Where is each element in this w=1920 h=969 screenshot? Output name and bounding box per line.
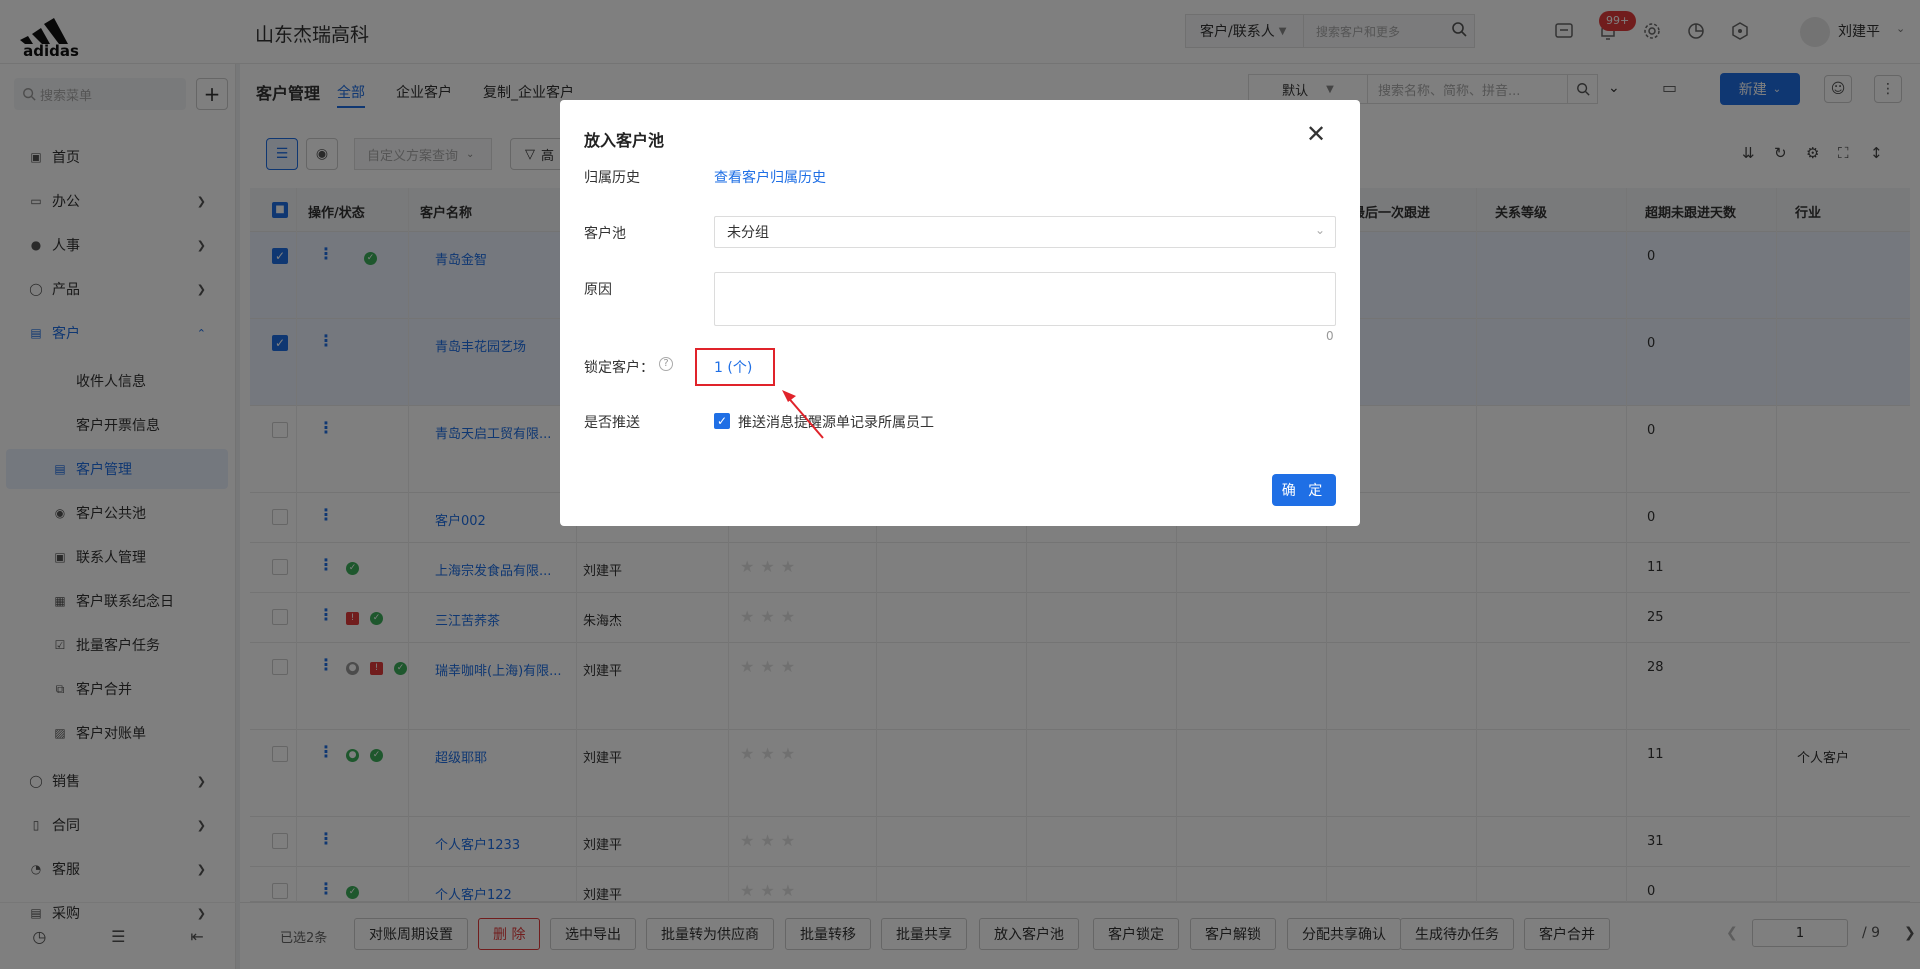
- dialog-title: 放入客户池: [584, 131, 665, 150]
- view-history-link[interactable]: 查看客户归属历史: [714, 167, 826, 187]
- locked-label: 锁定客户：: [584, 360, 654, 376]
- pool-selected-value: 未分组: [727, 225, 769, 241]
- help-icon[interactable]: ?: [659, 357, 673, 371]
- char-count: 0: [1326, 329, 1334, 343]
- push-option-label[interactable]: 推送消息提醒源单记录所属员工: [738, 412, 934, 432]
- reason-label: 原因: [584, 282, 612, 298]
- history-label: 归属历史: [584, 170, 640, 186]
- put-into-pool-dialog: 放入客户池 ✕ 归属历史 查看客户归属历史 客户池 未分组 ⌄ 原因 0 锁定客…: [560, 100, 1360, 526]
- push-label: 是否推送: [584, 415, 640, 431]
- customer-pool-select[interactable]: 未分组 ⌄: [714, 216, 1336, 248]
- close-icon[interactable]: ✕: [1306, 120, 1326, 148]
- chevron-down-icon: ⌄: [1314, 223, 1325, 237]
- confirm-button[interactable]: 确 定: [1272, 474, 1336, 506]
- highlight-box: [695, 348, 775, 386]
- reason-textarea[interactable]: [714, 272, 1336, 326]
- push-checkbox[interactable]: ✓: [714, 413, 730, 429]
- pool-label: 客户池: [584, 226, 626, 242]
